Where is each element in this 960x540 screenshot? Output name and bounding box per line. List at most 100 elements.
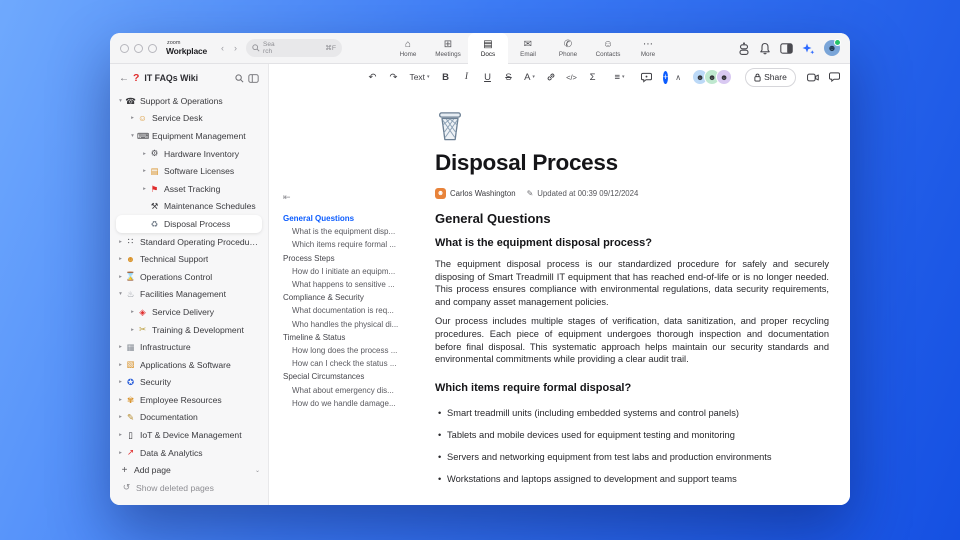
outline-item-timeline-status[interactable]: Timeline & Status [283,331,427,344]
doc-title[interactable]: Disposal Process [435,150,829,176]
outline-item-q-how-long[interactable]: How long does the process ... [283,344,427,357]
undo-button[interactable]: ↶ [363,69,382,85]
notifications-bell-icon[interactable] [759,42,771,55]
sidebar-item-equipment-management[interactable]: ▾ ⌨ Equipment Management [110,127,268,145]
side-panel-toggle-icon[interactable] [780,42,793,54]
chat-button[interactable] [825,69,844,85]
text-color-button[interactable]: A ▾ [520,69,539,85]
zoom-window-button[interactable] [148,43,157,53]
sidebar-item-maintenance-schedules[interactable]: ⚒ Maintenance Schedules [110,198,268,216]
outline-item-general-questions[interactable]: General Questions [283,212,427,225]
sidebar-item-security[interactable]: ▸ ✪ Security [110,374,268,392]
italic-button[interactable]: I [457,69,476,85]
link-button[interactable] [541,69,560,85]
user-avatar[interactable]: ☻ [824,39,841,56]
tab-docs[interactable]: ▤ Docs [468,33,508,64]
sidebar-search-icon[interactable] [235,73,244,83]
tree-chevron-icon[interactable]: ▸ [128,309,137,315]
redo-button[interactable]: ↷ [384,69,403,85]
bullet-item[interactable]: Servers and networking equipment from te… [435,451,829,464]
sidebar-item-technical-support[interactable]: ▸ ☻ Technical Support [110,250,268,268]
sidebar-item-standard-operating-procedures[interactable]: ▸ ∷ Standard Operating Procedures [110,233,268,251]
outline-item-q-documentation[interactable]: What documentation is req... [283,304,427,317]
outline-item-q-damage[interactable]: How do we handle damage... [283,397,427,410]
sidebar-item-applications-software[interactable]: ▸ ▧ Applications & Software [110,356,268,374]
outline-item-q-which-items[interactable]: Which items require formal ... [283,238,427,251]
paragraph-1[interactable]: The equipment disposal process is our st… [435,258,829,308]
add-page-caret-icon[interactable]: ⌄ [255,467,260,474]
sidebar-item-operations-control[interactable]: ▸ ⌛ Operations Control [110,268,268,286]
sidebar-item-documentation[interactable]: ▸ ✎ Documentation [110,409,268,427]
tree-chevron-icon[interactable]: ▸ [116,432,125,438]
assistant-robot-icon[interactable] [738,41,750,55]
tab-contacts[interactable]: ☺ Contacts [588,33,628,63]
global-search-input[interactable]: Search ⌘F [246,39,343,57]
tree-chevron-icon[interactable]: ▸ [140,168,149,174]
strikethrough-button[interactable]: S [499,69,518,85]
video-call-button[interactable] [804,69,823,85]
minimize-button[interactable] [134,43,143,53]
add-page-button[interactable]: + Add page ⌄ [110,461,268,479]
align-list-dropdown[interactable]: ≡ ▾ [610,69,629,85]
tree-chevron-icon[interactable]: ▸ [116,450,125,456]
sidebar-item-data-analytics[interactable]: ▸ ↗ Data & Analytics [110,444,268,462]
sidebar-item-infrastructure[interactable]: ▸ ▦ Infrastructure [110,338,268,356]
sidebar-item-support-operations[interactable]: ▾ ☎ Support & Operations [110,92,268,110]
comment-button[interactable] [637,69,656,85]
sidebar-item-facilities-management[interactable]: ▾ ♨ Facilities Management [110,286,268,304]
share-button[interactable]: Share [745,67,796,87]
outline-item-process-steps[interactable]: Process Steps [283,252,427,265]
underline-button[interactable]: U [478,69,497,85]
globe-language-button[interactable] [846,69,850,85]
tab-email[interactable]: ✉ Email [508,33,548,63]
sidebar-item-employee-resources[interactable]: ▸ ✾ Employee Resources [110,391,268,409]
outline-item-q-emergency[interactable]: What about emergency dis... [283,384,427,397]
sidebar-panel-icon[interactable] [248,73,259,83]
question-heading-2[interactable]: Which items require formal disposal? [435,382,829,395]
tab-home[interactable]: ⌂ Home [388,33,428,63]
ai-companion-sparkle-icon[interactable] [802,42,815,55]
section-heading-general-questions[interactable]: General Questions [435,211,829,226]
outline-item-compliance-security[interactable]: Compliance & Security [283,291,427,304]
sidebar-item-hardware-inventory[interactable]: ▸ ⚙ Hardware Inventory [110,145,268,163]
bullet-item[interactable]: Tablets and mobile devices used for equi… [435,429,829,442]
tree-chevron-icon[interactable]: ▸ [140,151,149,157]
tab-more[interactable]: ⋯ More [628,33,668,63]
text-style-dropdown[interactable]: Text ▾ [409,69,429,85]
outline-item-q-check-status[interactable]: How can I check the status ... [283,357,427,370]
outline-item-special-circumstances[interactable]: Special Circumstances [283,370,427,383]
tree-chevron-icon[interactable]: ▸ [116,414,125,420]
bullet-item[interactable]: Workstations and laptops assigned to dev… [435,473,829,486]
collaborator-avatar-collaborator-3[interactable]: ☻ [716,69,733,85]
tab-phone[interactable]: ✆ Phone [548,33,588,63]
outline-item-q-how-initiate[interactable]: How do I initiate an equipm... [283,265,427,278]
bold-button[interactable]: B [436,69,455,85]
sidebar-item-service-desk[interactable]: ▸ ☺ Service Desk [110,110,268,128]
outline-item-q-sensitive-data[interactable]: What happens to sensitive ... [283,278,427,291]
sidebar-item-iot-device-management[interactable]: ▸ ▯ IoT & Device Management [110,426,268,444]
close-button[interactable] [120,43,129,53]
tree-chevron-icon[interactable]: ▸ [128,115,137,121]
tab-meetings[interactable]: ⊞ Meetings [428,33,468,63]
nav-forward-button[interactable]: › [229,43,242,53]
tree-chevron-icon[interactable]: ▸ [116,344,125,350]
tree-chevron-icon[interactable]: ▸ [116,362,125,368]
tree-chevron-icon[interactable]: ▸ [116,256,125,262]
ai-companion-button[interactable]: + [663,70,669,84]
paragraph-2[interactable]: Our process includes multiple stages of … [435,315,829,365]
back-arrow-icon[interactable]: ← [119,73,129,84]
outline-collapse-icon[interactable]: ⇤ [283,192,427,203]
tree-chevron-icon[interactable]: ▾ [116,98,125,104]
show-deleted-pages-button[interactable]: ↺ Show deleted pages [110,479,268,497]
tree-chevron-icon[interactable]: ▸ [140,186,149,192]
sidebar-item-disposal-process[interactable]: ♻ Disposal Process [116,215,262,233]
outline-item-q-what-is-disposal[interactable]: What is the equipment disp... [283,225,427,238]
tree-chevron-icon[interactable]: ▸ [116,274,125,280]
sidebar-item-software-licenses[interactable]: ▸ ▤ Software Licenses [110,162,268,180]
code-button[interactable]: </> [562,69,581,85]
sidebar-item-asset-tracking[interactable]: ▸ ⚑ Asset Tracking [110,180,268,198]
question-heading-1[interactable]: What is the equipment disposal process? [435,237,829,250]
tree-chevron-icon[interactable]: ▸ [128,327,137,333]
nav-back-button[interactable]: ‹ [216,43,229,53]
collapse-toolbar-button[interactable]: ∧ [675,73,681,82]
